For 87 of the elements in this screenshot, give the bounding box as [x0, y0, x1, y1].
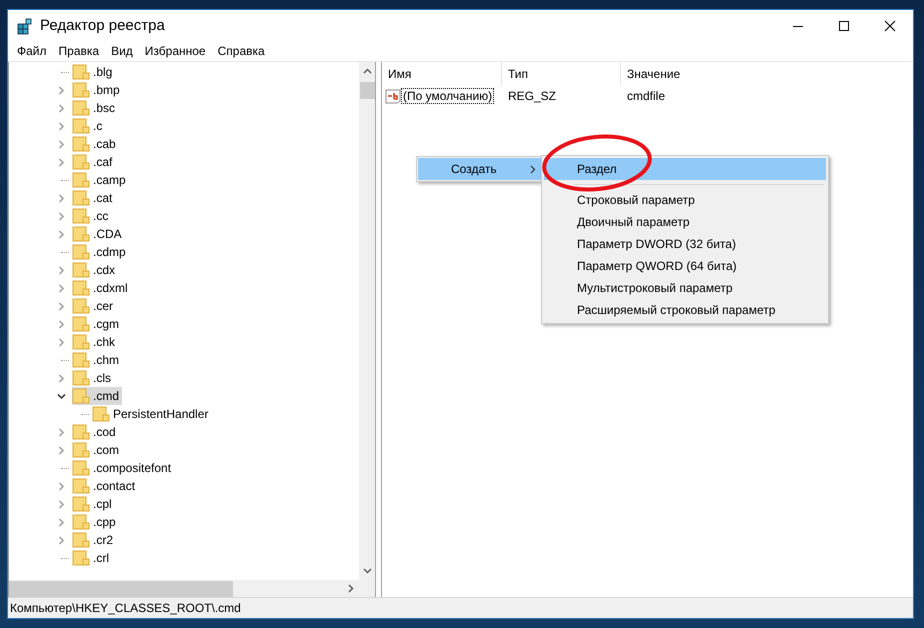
- folder-icon: [72, 64, 90, 80]
- column-header[interactable]: Тип: [502, 62, 621, 86]
- folder-icon: [72, 460, 90, 476]
- tree-item[interactable]: .c: [72, 117, 106, 135]
- tree-item[interactable]: .cls: [72, 369, 114, 387]
- close-icon[interactable]: [884, 20, 896, 32]
- table-cell-text: REG_SZ: [507, 89, 558, 103]
- tree-item[interactable]: .blg: [72, 63, 116, 81]
- tree-item[interactable]: .chm: [72, 351, 122, 369]
- registry-cubes-icon: [16, 16, 34, 34]
- tree-item[interactable]: .cer: [72, 297, 116, 315]
- scroll-up-icon[interactable]: [362, 68, 372, 74]
- string-value-icon: [385, 88, 401, 104]
- folder-icon: [72, 262, 90, 278]
- folder-icon: [72, 316, 90, 332]
- folder-icon: [72, 352, 90, 368]
- folder-icon: [72, 514, 90, 530]
- tree-item[interactable]: .bmp: [72, 81, 123, 99]
- table-cell-text: cmdfile: [626, 89, 666, 103]
- window-title: Редактор реестра: [40, 17, 165, 34]
- menu-item[interactable]: Вид: [105, 44, 139, 58]
- folder-icon: [92, 406, 110, 422]
- scroll-down-icon[interactable]: [362, 568, 372, 574]
- menu-item[interactable]: Правка: [52, 44, 106, 58]
- tree-item[interactable]: .contact: [72, 477, 138, 495]
- tree-item[interactable]: .cdx: [72, 261, 118, 279]
- menu-item[interactable]: Мультистроковый параметр: [544, 277, 826, 299]
- column-header[interactable]: Значение: [621, 62, 821, 86]
- scroll-thumb[interactable]: [360, 82, 374, 99]
- menu-item[interactable]: Раздел: [544, 158, 826, 180]
- menu-item[interactable]: Расширяемый строковый параметр: [544, 299, 826, 321]
- tree-item[interactable]: PersistentHandler: [92, 405, 212, 423]
- folder-icon: [72, 118, 90, 134]
- vertical-scrollbar[interactable]: [359, 62, 375, 580]
- folder-icon: [72, 532, 90, 548]
- tree-item[interactable]: .bsc: [72, 99, 118, 117]
- menu-item[interactable]: Избранное: [138, 44, 212, 58]
- menu-item[interactable]: Двоичный параметр: [544, 211, 826, 233]
- maximize-icon[interactable]: [838, 20, 850, 32]
- folder-icon: [72, 208, 90, 224]
- tree-item[interactable]: .cc: [72, 207, 112, 225]
- scroll-right-icon[interactable]: [348, 584, 354, 593]
- folder-icon: [72, 154, 90, 170]
- tree-item[interactable]: .caf: [72, 153, 116, 171]
- folder-icon: [72, 280, 90, 296]
- tree-item[interactable]: .camp: [72, 171, 129, 189]
- folder-icon: [72, 100, 90, 116]
- scroll-thumb[interactable]: [9, 580, 233, 596]
- tree-item[interactable]: .cdmp: [72, 243, 129, 261]
- folder-icon: [72, 190, 90, 206]
- menu-item[interactable]: Параметр QWORD (64 бита): [544, 255, 826, 277]
- folder-icon: [72, 226, 90, 242]
- folder-icon: [72, 388, 90, 404]
- menu-item[interactable]: Создать: [418, 158, 542, 180]
- tree-item[interactable]: .cab: [72, 135, 119, 153]
- folder-icon: [72, 244, 90, 260]
- value-name[interactable]: (По умолчанию): [401, 88, 494, 104]
- folder-icon: [72, 370, 90, 386]
- folder-icon: [72, 496, 90, 512]
- menu-item[interactable]: Строковый параметр: [544, 189, 826, 211]
- tree-item[interactable]: .CDA: [72, 225, 125, 243]
- tree-item[interactable]: .compositefont: [72, 459, 174, 477]
- menu-item[interactable]: Справка: [212, 44, 271, 58]
- tree-item[interactable]: .com: [72, 441, 122, 459]
- tree-item[interactable]: .cpp: [72, 513, 119, 531]
- folder-icon: [72, 298, 90, 314]
- tree-item[interactable]: .cod: [72, 423, 119, 441]
- tree-item[interactable]: .cmd: [72, 387, 122, 405]
- folder-icon: [72, 550, 90, 566]
- folder-icon: [72, 136, 90, 152]
- folder-icon: [72, 82, 90, 98]
- tree-item[interactable]: .chk: [72, 333, 118, 351]
- tree-item[interactable]: .cr2: [72, 531, 116, 549]
- menu-item[interactable]: Файл: [11, 44, 53, 58]
- tree-item[interactable]: .cat: [72, 189, 116, 207]
- folder-icon: [72, 442, 90, 458]
- folder-icon: [72, 424, 90, 440]
- tree-item[interactable]: .cdxml: [72, 279, 131, 297]
- folder-icon: [72, 334, 90, 350]
- column-header[interactable]: Имя: [382, 62, 502, 86]
- status-bar: Компьютер\HKEY_CLASSES_ROOT\.cmd: [8, 597, 913, 618]
- tree-item[interactable]: .cgm: [72, 315, 122, 333]
- tree-item[interactable]: .crl: [72, 549, 112, 567]
- menu-item[interactable]: Параметр DWORD (32 бита): [544, 233, 826, 255]
- folder-icon: [72, 172, 90, 188]
- tree-item[interactable]: .cpl: [72, 495, 115, 513]
- folder-icon: [72, 478, 90, 494]
